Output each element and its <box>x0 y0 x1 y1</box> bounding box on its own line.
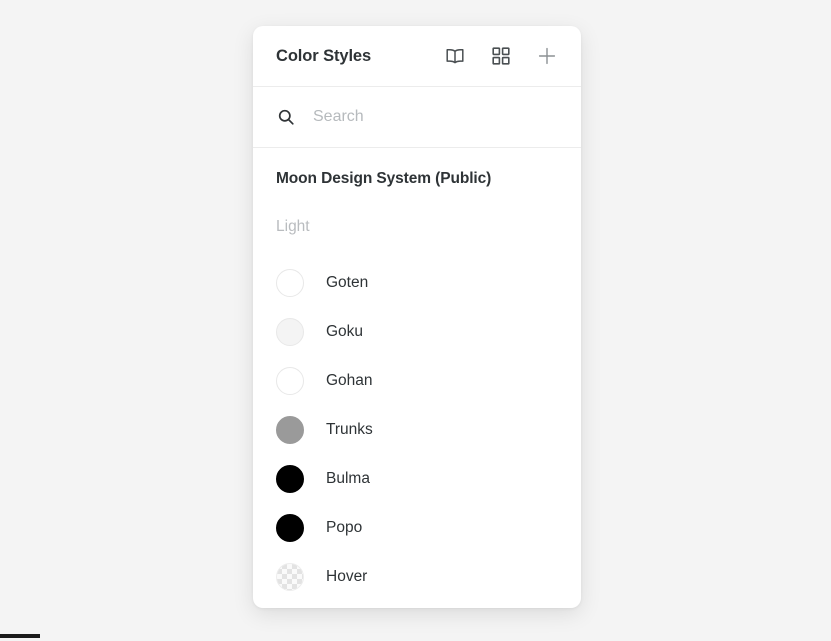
color-swatch[interactable] <box>276 513 304 542</box>
library-name: Moon Design System (Public) <box>276 170 492 187</box>
style-group-label: Light <box>276 218 310 235</box>
color-style-row[interactable]: Hover <box>276 552 558 601</box>
grid-view-icon[interactable] <box>489 44 513 68</box>
color-style-name: Trunks <box>326 420 373 438</box>
corner-marker <box>0 634 40 638</box>
library-book-icon[interactable] <box>443 44 467 68</box>
color-swatch[interactable] <box>276 268 304 297</box>
color-swatch[interactable] <box>276 464 304 493</box>
color-style-name: Goten <box>326 273 369 291</box>
search-row[interactable] <box>253 87 581 148</box>
color-style-name: Popo <box>326 518 363 536</box>
color-style-row[interactable]: Trunks <box>276 405 558 454</box>
plus-icon[interactable] <box>535 44 559 68</box>
color-style-name: Goku <box>326 322 364 340</box>
color-style-row[interactable]: Goten <box>276 258 558 307</box>
search-icon <box>276 107 296 127</box>
color-swatch[interactable] <box>276 562 304 591</box>
color-style-name: Gohan <box>326 371 373 389</box>
color-swatch[interactable] <box>276 415 304 444</box>
color-style-row[interactable]: Gohan <box>276 356 558 405</box>
color-style-list: Goten Goku Gohan Trunks Bulma Popo Hover <box>276 258 558 601</box>
color-styles-panel: Color Styles Search Moon Design System (… <box>253 26 581 608</box>
color-swatch[interactable] <box>276 317 304 346</box>
page-title: Color Styles <box>276 46 372 65</box>
color-swatch[interactable] <box>276 366 304 395</box>
color-style-name: Hover <box>326 567 368 585</box>
search-input[interactable] <box>313 105 558 129</box>
header-actions <box>443 44 559 68</box>
color-style-row[interactable]: Popo <box>276 503 558 552</box>
color-style-name: Bulma <box>326 469 370 487</box>
color-style-row[interactable]: Goku <box>276 307 558 356</box>
color-style-row[interactable]: Bulma <box>276 454 558 503</box>
panel-body: Moon Design System (Public) Light Goten G… <box>253 148 581 601</box>
panel-header: Color Styles <box>253 26 581 87</box>
